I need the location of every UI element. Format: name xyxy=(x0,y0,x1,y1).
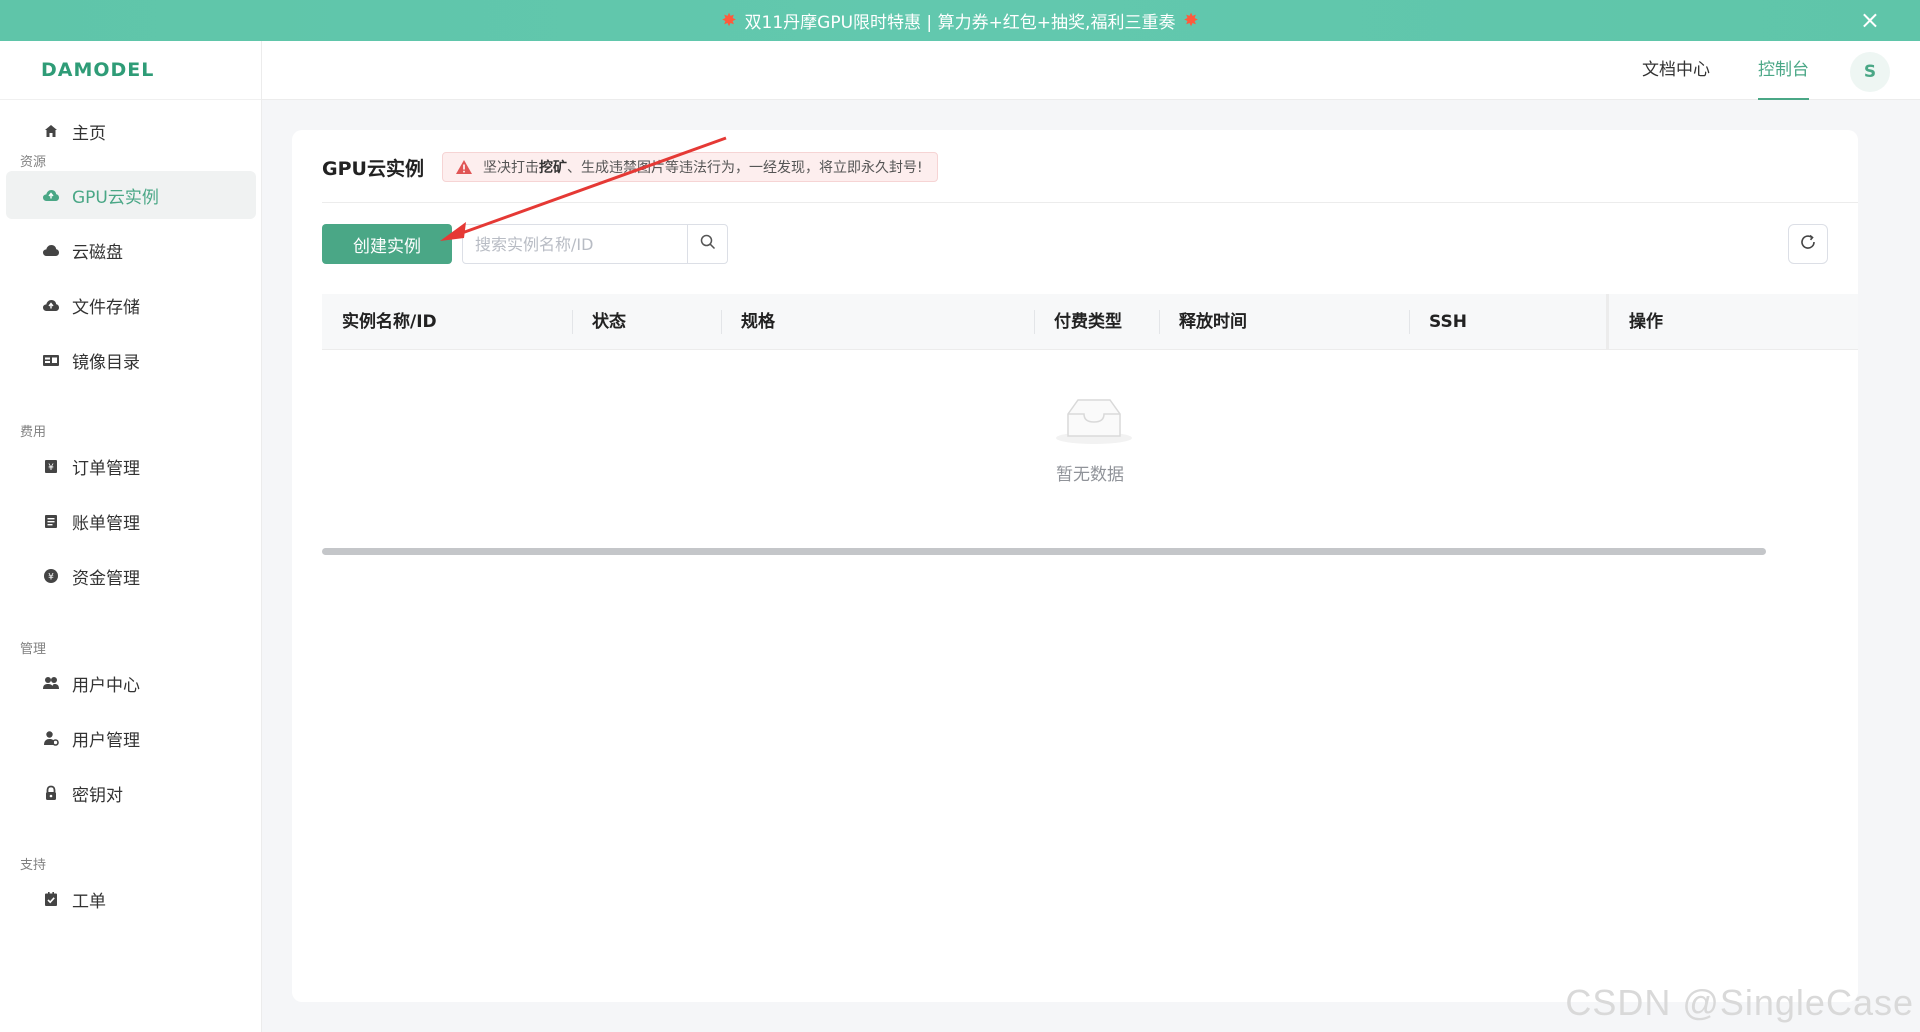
sidebar-item-label: 镜像目录 xyxy=(72,352,140,373)
scrollbar-thumb[interactable] xyxy=(322,548,1766,555)
refresh-icon xyxy=(1799,233,1817,255)
sidebar-item-label: 订单管理 xyxy=(72,458,140,479)
sidebar-item-keypair[interactable]: 密钥对 xyxy=(6,769,256,817)
watermark: CSDN @SingleCase xyxy=(1565,982,1914,1023)
nav-console-link[interactable]: 控制台 xyxy=(1758,41,1809,100)
catalog-icon xyxy=(42,351,60,369)
group-label-support: 支持 xyxy=(20,858,47,873)
column-header-pay-type[interactable]: 付费类型 xyxy=(1034,294,1122,350)
sidebar-item-label: 账单管理 xyxy=(72,513,140,534)
spark-icon: ✸ xyxy=(721,10,737,31)
cloud-icon xyxy=(42,186,60,204)
lock-icon xyxy=(42,784,60,802)
group-label-manage: 管理 xyxy=(20,642,47,657)
sidebar-item-bill[interactable]: 账单管理 xyxy=(6,497,256,545)
page-title: GPU云实例 xyxy=(322,158,424,180)
group-label-resources: 资源 xyxy=(20,155,47,170)
sidebar-item-home[interactable]: 主页 xyxy=(6,107,256,155)
order-icon: ¥ xyxy=(42,457,60,475)
empty-text: 暂无数据 xyxy=(1056,465,1124,485)
users-icon xyxy=(42,674,60,692)
sidebar-item-label: 主页 xyxy=(72,123,106,144)
home-icon xyxy=(42,122,60,140)
check-clipboard-icon xyxy=(42,890,60,908)
cloud-upload-icon xyxy=(42,296,60,314)
bill-icon xyxy=(42,512,60,530)
sidebar-item-label: 用户中心 xyxy=(72,675,140,696)
sidebar-item-image[interactable]: 镜像目录 xyxy=(6,336,256,384)
table-header: 实例名称/ID 状态 规格 付费类型 释放时间 SSH 操作 xyxy=(322,294,1858,350)
refresh-button[interactable] xyxy=(1788,224,1828,264)
column-header-release[interactable]: 释放时间 xyxy=(1159,294,1247,350)
user-gear-icon xyxy=(42,729,60,747)
promo-banner[interactable]: ✸ 双11丹摩GPU限时特惠 | 算力券+红包+抽奖,福利三重奏 ✸ × xyxy=(0,0,1920,41)
promo-text[interactable]: 双11丹摩GPU限时特惠 | 算力券+红包+抽奖,福利三重奏 xyxy=(745,8,1176,33)
sidebar-item-label: GPU云实例 xyxy=(72,187,159,208)
brand-logo[interactable]: DAMODEL xyxy=(0,41,261,100)
sidebar-item-fund[interactable]: ¥ 资金管理 xyxy=(6,552,256,600)
column-header-ops[interactable]: 操作 xyxy=(1606,294,1858,350)
sidebar-item-label: 云磁盘 xyxy=(72,242,123,263)
sidebar-item-label: 密钥对 xyxy=(72,785,123,806)
svg-text:¥: ¥ xyxy=(48,573,54,583)
horizontal-scrollbar[interactable] xyxy=(322,546,1858,556)
sidebar-item-gpu[interactable]: GPU云实例 xyxy=(6,171,256,219)
sidebar-item-file[interactable]: 文件存储 xyxy=(6,281,256,329)
instance-panel: GPU云实例 坚决打击 挖矿 、生成违禁图片等违法行为，一经发现，将立即永久封号… xyxy=(292,130,1858,1002)
cloud-disk-icon xyxy=(42,241,60,259)
group-label-billing: 费用 xyxy=(20,425,47,440)
column-header-ssh[interactable]: SSH xyxy=(1409,294,1467,350)
spark-icon: ✸ xyxy=(1183,10,1199,31)
sidebar-item-label: 文件存储 xyxy=(72,297,140,318)
empty-inbox-icon xyxy=(1054,392,1134,446)
nav-docs-link[interactable]: 文档中心 xyxy=(1642,41,1710,100)
top-header: 文档中心 控制台 S xyxy=(262,41,1920,100)
coin-icon: ¥ xyxy=(42,567,60,585)
sidebar: DAMODEL 主页 资源 GPU云实例 云磁盘 文件存储 镜像目录 费用 ¥ xyxy=(0,41,262,1032)
empty-state: 暂无数据 xyxy=(322,350,1858,540)
sidebar-item-disk[interactable]: 云磁盘 xyxy=(6,226,256,274)
column-header-spec[interactable]: 规格 xyxy=(721,294,775,350)
sidebar-item-label: 工单 xyxy=(72,891,106,912)
column-header-name[interactable]: 实例名称/ID xyxy=(322,294,437,350)
column-header-status[interactable]: 状态 xyxy=(572,294,626,350)
sidebar-item-label: 资金管理 xyxy=(72,568,140,589)
sidebar-item-order[interactable]: ¥ 订单管理 xyxy=(6,442,256,490)
sidebar-item-ticket[interactable]: 工单 xyxy=(6,875,256,923)
sidebar-item-user-center[interactable]: 用户中心 xyxy=(6,659,256,707)
svg-text:¥: ¥ xyxy=(48,463,54,473)
close-icon[interactable]: × xyxy=(1860,6,1880,34)
annotation-arrow xyxy=(440,136,727,241)
avatar[interactable]: S xyxy=(1850,52,1890,92)
sidebar-item-label: 用户管理 xyxy=(72,730,140,751)
sidebar-item-user-manage[interactable]: 用户管理 xyxy=(6,714,256,762)
